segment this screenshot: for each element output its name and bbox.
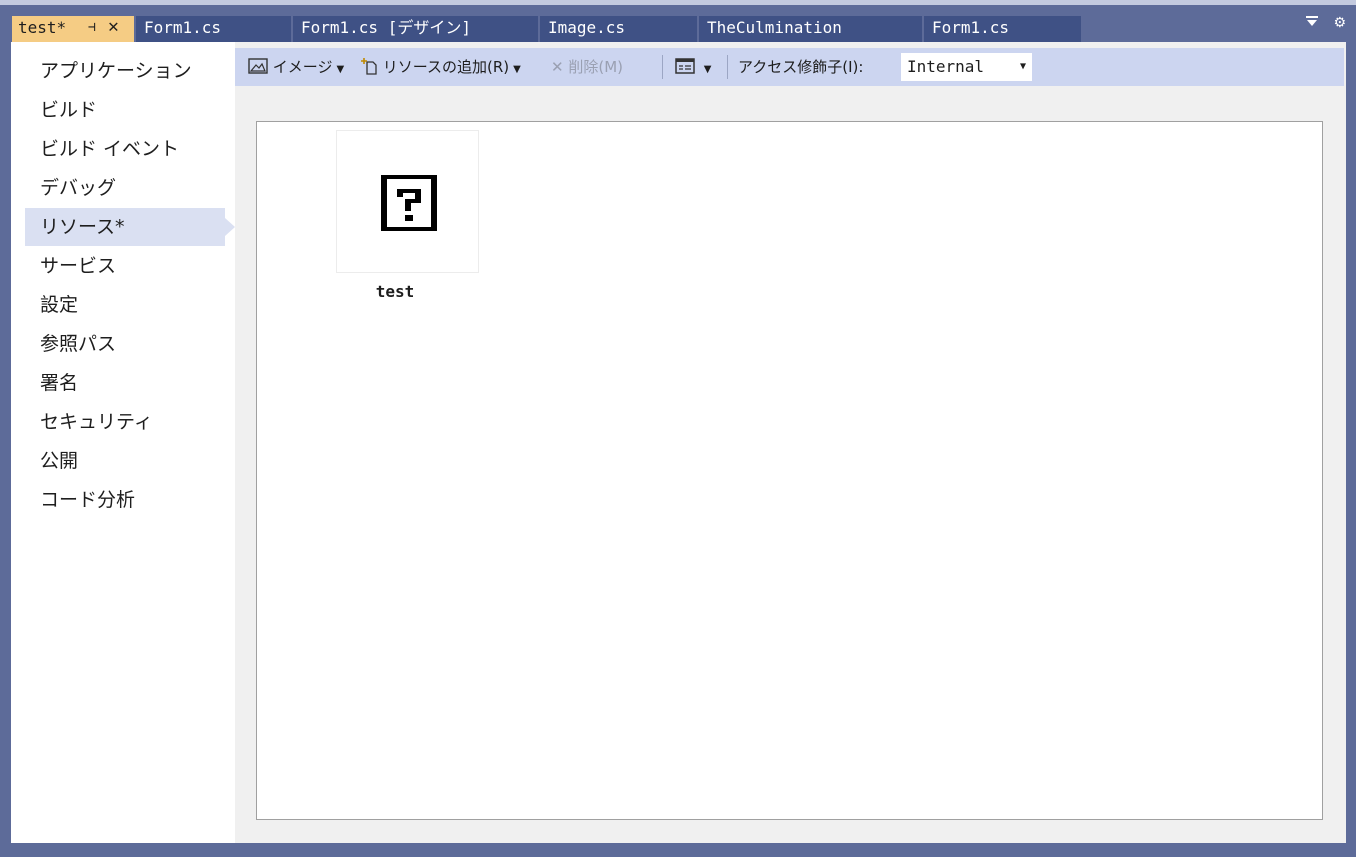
gear-icon[interactable]: ⚙ [1333, 15, 1346, 31]
delete-resource-button[interactable]: ✕ 削除(M) [551, 48, 623, 86]
sidebar-item-services[interactable]: サービス [25, 247, 225, 285]
sidebar-item-label: アプリケーション [40, 60, 192, 82]
sidebar-item-label: 公開 [40, 450, 79, 472]
tab-list-dropdown-icon[interactable] [1305, 15, 1323, 31]
sidebar-item-label: ビルド イベント [40, 138, 180, 160]
sidebar-item-label: ビルド [40, 99, 98, 121]
add-resource-icon [360, 58, 383, 76]
tab-label: Form1.cs [932, 18, 1010, 37]
chevron-down-icon: ▼ [336, 64, 345, 75]
access-modifier-label: アクセス修飾子(I): [738, 58, 864, 76]
project-properties-window: アプリケーション ビルド ビルド イベント デバッグ リソース* サービス 設定… [11, 42, 1346, 843]
resource-type-label: イメージ [272, 58, 333, 76]
sidebar-item-label: リソース* [40, 216, 125, 238]
add-resource-button[interactable]: リソースの追加(R) ▼ [360, 48, 521, 86]
sidebar-item-label: 参照パス [40, 333, 117, 355]
chevron-down-icon: ▼ [703, 64, 712, 75]
tab-strip-actions: ⚙ [1295, 15, 1346, 31]
sidebar-item-security[interactable]: セキュリティ [25, 403, 225, 441]
resources-toolbar: イメージ ▼ リソースの追加(R) ▼ ✕ 削除(M) ▼ アクセス修飾子(I)… [235, 48, 1344, 86]
sidebar-item-reference-paths[interactable]: 参照パス [25, 325, 225, 363]
tab-label: Image.cs [548, 18, 626, 37]
sidebar-item-label: 設定 [40, 294, 79, 316]
view-mode-button[interactable]: ▼ [675, 48, 711, 86]
sidebar-item-label: サービス [40, 255, 117, 277]
view-list-icon [675, 58, 700, 76]
resource-item-name[interactable]: test [336, 282, 454, 301]
document-tab-strip: test* ⊣ ✕ Form1.cs Form1.cs [デザイン] Image… [0, 5, 1356, 42]
tab-label: TheCulmination [707, 18, 842, 37]
sidebar-item-build-events[interactable]: ビルド イベント [25, 130, 225, 168]
sidebar-item-debug[interactable]: デバッグ [25, 169, 225, 207]
toolbar-separator [727, 55, 728, 79]
add-resource-label: リソースの追加(R) [382, 58, 510, 76]
resources-pane: イメージ ▼ リソースの追加(R) ▼ ✕ 削除(M) ▼ アクセス修飾子(I)… [235, 42, 1346, 843]
tab-label: Form1.cs [144, 18, 222, 37]
sidebar-item-label: 署名 [40, 372, 79, 394]
sidebar-item-label: セキュリティ [40, 411, 153, 433]
sidebar-item-signing[interactable]: 署名 [25, 364, 225, 402]
close-icon[interactable]: ✕ [108, 16, 119, 39]
resource-item-thumbnail[interactable] [336, 130, 479, 273]
sidebar-item-code-analysis[interactable]: コード分析 [25, 481, 225, 519]
chevron-down-icon: ▼ [1019, 61, 1026, 72]
delete-icon: ✕ [551, 58, 564, 76]
resource-list-panel: test [256, 121, 1323, 820]
tab-form1-cs-2[interactable]: Form1.cs [924, 16, 1081, 42]
tab-theculmination[interactable]: TheCulmination [699, 16, 922, 42]
access-modifier-value: Internal [907, 57, 985, 76]
missing-image-icon [381, 175, 437, 231]
access-modifier-select[interactable]: Internal ▼ [900, 52, 1033, 82]
chevron-down-icon: ▼ [513, 64, 521, 75]
image-icon [248, 58, 273, 76]
toolbar-separator [662, 55, 663, 79]
tab-form1-design[interactable]: Form1.cs [デザイン] [293, 16, 538, 42]
tab-form1-cs[interactable]: Form1.cs [136, 16, 291, 42]
sidebar-item-label: デバッグ [40, 177, 117, 199]
tab-label: test* [18, 18, 67, 37]
sidebar-item-application[interactable]: アプリケーション [25, 52, 225, 90]
sidebar-item-label: コード分析 [40, 489, 136, 511]
pin-icon[interactable]: ⊣ [88, 16, 96, 40]
delete-label: 削除(M) [568, 58, 624, 76]
tab-label: Form1.cs [デザイン] [301, 18, 471, 37]
tab-test[interactable]: test* ⊣ ✕ [12, 16, 134, 42]
tab-image-cs[interactable]: Image.cs [540, 16, 697, 42]
properties-sidebar: アプリケーション ビルド ビルド イベント デバッグ リソース* サービス 設定… [11, 42, 235, 843]
sidebar-item-build[interactable]: ビルド [25, 91, 225, 129]
sidebar-item-publish[interactable]: 公開 [25, 442, 225, 480]
resource-type-button[interactable]: イメージ ▼ [248, 48, 344, 86]
sidebar-item-settings[interactable]: 設定 [25, 286, 225, 324]
sidebar-item-resources[interactable]: リソース* [25, 208, 235, 246]
